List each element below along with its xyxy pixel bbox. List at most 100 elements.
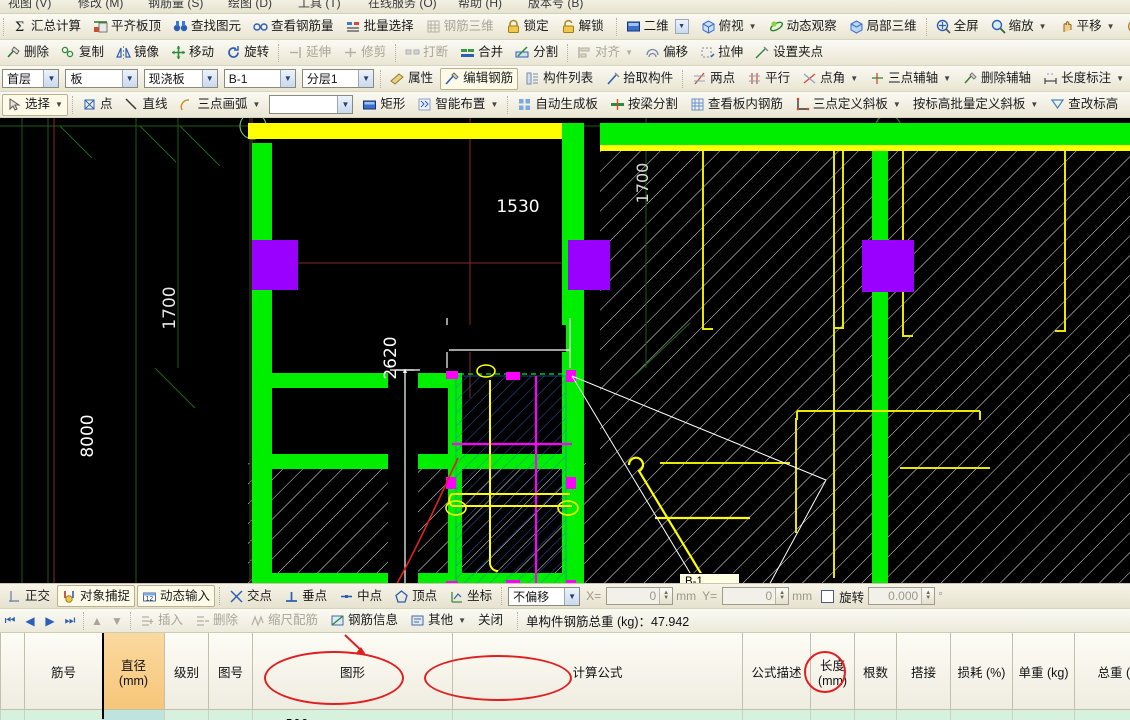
split-button[interactable]: 分割 (510, 42, 563, 64)
length-dim-button[interactable]: 长度标注 ▼ (1038, 68, 1129, 90)
intersection-snap-button[interactable]: 交点 (224, 585, 277, 607)
pick-component-button[interactable]: 拾取构件 (600, 68, 678, 90)
col-header-length[interactable]: 长度 (mm) (810, 633, 856, 710)
pan-button[interactable]: 平移 ▼ (1054, 16, 1120, 38)
cell-diameter[interactable]: 18 (102, 709, 165, 720)
rebar-edit-toolbar[interactable]: ⏮ ◀ ▶ ⏭ ▲ ▼ 插入 删除 缩尺配筋 钢筋信息 其他 ▼ 关闭 单构件钢… (0, 609, 1130, 633)
chevron-down-icon[interactable]: ▼ (337, 96, 353, 113)
chevron-down-icon[interactable]: ▼ (625, 48, 633, 57)
cad-canvas[interactable]: 3 (0, 118, 1130, 583)
shape-combo[interactable]: ▼ (269, 95, 354, 114)
move-up-icon[interactable]: ▲ (87, 614, 107, 628)
fullscreen-button[interactable]: 全屏 (931, 16, 984, 38)
break-button[interactable]: 打断 (400, 42, 453, 64)
delete-row-button[interactable]: 删除 (190, 610, 243, 632)
midpoint-snap-button[interactable]: 中点 (334, 585, 387, 607)
chevron-down-icon[interactable]: ▼ (893, 100, 901, 109)
col-header-formula[interactable]: 计算公式 (451, 633, 744, 710)
view-rebar-qty-button[interactable]: 查看钢筋量 (248, 16, 339, 38)
menu-item-help[interactable]: 帮助 (H) (458, 0, 502, 11)
rotate-input[interactable]: 0.000 ▲ ▼ (868, 587, 936, 605)
cell-shape[interactable]: 500 300 150 (252, 709, 453, 720)
copy-button[interactable]: 复制 (56, 42, 109, 64)
menu-item-rebar[interactable]: 钢筋量 (S) (148, 0, 203, 11)
perpendicular-snap-button[interactable]: 垂点 (279, 585, 332, 607)
ortho-button[interactable]: 正交 (2, 585, 55, 607)
component-select[interactable]: B-1 ▼ (223, 69, 296, 88)
col-header-num[interactable]: 筋号 (24, 633, 103, 710)
chevron-down-icon[interactable]: ▼ (943, 74, 951, 83)
chevron-down-icon[interactable]: ▼ (55, 100, 63, 109)
batch-slope-button[interactable]: 按标高批量定义斜板 ▼ (908, 94, 1043, 116)
y-spinner-arrows[interactable]: ▲ ▼ (775, 588, 789, 604)
check-elevation-button[interactable]: 查改标高 (1045, 94, 1123, 116)
menu-item-online[interactable]: 在线服务 (O) (368, 0, 437, 11)
chevron-down-icon[interactable]: ▼ (279, 70, 295, 87)
top-view-button[interactable]: 俯视 ▼ (696, 16, 762, 38)
merge-button[interactable]: 合并 (455, 42, 508, 64)
insert-row-button[interactable]: 插入 (135, 610, 188, 632)
rotate-checkbox[interactable] (821, 589, 835, 603)
layer-select[interactable]: 分层1 ▼ (301, 69, 375, 88)
component-list-button[interactable]: 构件列表 (520, 68, 598, 90)
offset-mode-select[interactable]: 不偏移 ▼ (508, 586, 581, 606)
x-coord-input[interactable]: 0 ▲ ▼ (606, 587, 674, 605)
stretch-button[interactable]: 拉伸 (695, 42, 748, 64)
prev-record-icon[interactable]: ◀ (20, 614, 40, 628)
chevron-down-icon[interactable]: ▼ (490, 100, 498, 109)
col-header-totalwt[interactable]: 总重 (kg) (1074, 633, 1130, 710)
col-header-unitwt[interactable]: 单重 (kg) (1012, 633, 1076, 710)
col-header-diameter[interactable]: 直径 (mm) (102, 633, 165, 710)
cell-rebar-num[interactable]: 马凳筋.1 (24, 709, 103, 720)
chevron-down-icon[interactable]: ▼ (121, 70, 137, 87)
cell-formula[interactable]: 500+2*150+4*300 (451, 709, 744, 720)
two-point-axis-button[interactable]: 两点 (687, 68, 740, 90)
chevron-down-icon[interactable]: ▼ (252, 100, 260, 109)
chevron-down-icon[interactable]: ▼ (749, 22, 757, 31)
floor-select[interactable]: 首层 ▼ (2, 69, 60, 88)
x-spinner-arrows[interactable]: ▲ ▼ (659, 588, 673, 604)
chevron-down-icon[interactable]: ▼ (43, 70, 59, 87)
batch-select-button[interactable]: 批量选择 (341, 16, 419, 38)
chevron-down-icon[interactable]: ▼ (358, 70, 374, 87)
rotate-button[interactable]: 旋转 (221, 42, 274, 64)
menu-item-modify[interactable]: 修改 (M) (78, 0, 123, 11)
close-button[interactable]: 关闭 (473, 610, 508, 632)
cell-lap[interactable]: 0 (896, 709, 952, 720)
chevron-down-icon[interactable]: ▼ (564, 587, 580, 605)
dynamic-orbit-button[interactable]: 动态观察 (764, 16, 842, 38)
lock-button[interactable]: 锁定 (501, 16, 554, 38)
scale-rebar-button[interactable]: 缩尺配筋 (245, 610, 323, 632)
toolbar-row-draw[interactable]: 选择 ▼ 点 直线 三点画弧 ▼ ▼ 矩形 智能布置 ▼ 自动生成板 按梁分割 … (0, 92, 1130, 118)
move-down-icon[interactable]: ▼ (107, 614, 127, 628)
smart-layout-button[interactable]: 智能布置 ▼ (412, 94, 503, 116)
chevron-down-icon[interactable]: ▼ (1116, 74, 1124, 83)
col-header-figno[interactable]: 图号 (208, 633, 253, 710)
rebar-3d-button[interactable]: 钢筋三维 (421, 16, 499, 38)
rotate-spinner-arrows[interactable]: ▲ ▼ (921, 588, 935, 604)
parallel-axis-button[interactable]: 平行 (742, 68, 795, 90)
point-tool-button[interactable]: 点 (77, 94, 118, 116)
view-2d-dropdown[interactable]: ▼ (674, 19, 689, 34)
three-point-arc-button[interactable]: 三点画弧 ▼ (174, 94, 265, 116)
rebar-table[interactable]: 筋号 直径 (mm) 级别 图号 图形 计算公式 公式描述 长度 (mm) 根数… (0, 633, 1130, 720)
beam-split-button[interactable]: 按梁分割 (605, 94, 683, 116)
find-element-button[interactable]: 查找图元 (168, 16, 246, 38)
cell-loss[interactable]: 3 (950, 709, 1014, 720)
offset-button[interactable]: 偏移 (640, 42, 693, 64)
menu-item-draw[interactable]: 绘图 (D) (228, 0, 272, 11)
dynamic-input-button[interactable]: 12 动态输入 (137, 585, 216, 607)
other-button[interactable]: 其他 ▼ (405, 610, 471, 632)
last-record-icon[interactable]: ⏭ (60, 613, 80, 628)
cell-length[interactable]: 2000 (810, 709, 856, 720)
toolbar-row-component[interactable]: 首层 ▼ 板 ▼ 现浇板 ▼ B-1 ▼ 分层1 ▼ 属性 编辑钢筋 构件列表 … (0, 66, 1130, 92)
menu-item-tools[interactable]: 工具 (T) (298, 0, 341, 11)
set-grip-button[interactable]: 设置夹点 (750, 42, 828, 64)
col-header-lap[interactable]: 搭接 (896, 633, 952, 710)
category-select[interactable]: 板 ▼ (65, 69, 138, 88)
move-button[interactable]: 移动 (166, 42, 219, 64)
trim-button[interactable]: 修剪 (338, 42, 391, 64)
first-record-icon[interactable]: ⏮ (0, 613, 20, 628)
rebar-table-panel[interactable]: 筋号 直径 (mm) 级别 图号 图形 计算公式 公式描述 长度 (mm) 根数… (0, 633, 1130, 720)
next-record-icon[interactable]: ▶ (40, 614, 60, 628)
